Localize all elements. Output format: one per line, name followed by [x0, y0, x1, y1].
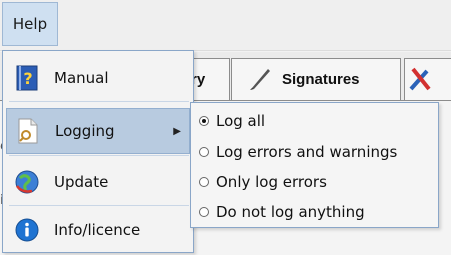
tab-tools[interactable] [404, 58, 451, 100]
menu-help[interactable]: Help [2, 2, 58, 46]
log-option-label: Log all [216, 112, 266, 130]
globe-update-icon [14, 169, 40, 195]
svg-text:?: ? [23, 69, 32, 88]
menu-item-logging[interactable]: Logging ▶ [6, 108, 190, 154]
menu-item-info-label: Info/licence [54, 221, 141, 239]
pen-icon [248, 66, 274, 94]
menu-item-manual[interactable]: ? Manual [6, 55, 190, 101]
log-option-errors-warnings[interactable]: Log errors and warnings [199, 139, 397, 165]
menu-separator [9, 155, 189, 156]
logging-submenu: Log all Log errors and warnings Only log… [190, 102, 439, 228]
radio-selected-icon [199, 116, 209, 126]
log-option-label: Log errors and warnings [216, 143, 398, 161]
menu-bar: Help [0, 0, 451, 51]
info-icon [14, 217, 40, 243]
menu-item-update[interactable]: Update [6, 159, 190, 205]
menu-item-manual-label: Manual [54, 69, 109, 87]
menu-help-label: Help [12, 15, 48, 33]
log-option-none[interactable]: Do not log anything [199, 199, 365, 225]
submenu-arrow-icon: ▶ [173, 125, 181, 137]
tab-signatures-label: Signatures [282, 71, 360, 88]
menu-separator [9, 205, 189, 206]
menu-item-info[interactable]: Info/licence [6, 207, 190, 253]
radio-icon [199, 147, 209, 157]
log-option-all[interactable]: Log all [199, 108, 265, 134]
tools-icon [405, 63, 435, 97]
radio-icon [199, 177, 209, 187]
tab-signatures[interactable]: Signatures [231, 58, 401, 100]
menu-item-logging-label: Logging [55, 122, 115, 140]
help-menu: ? Manual Logging ▶ Update Info/licence [2, 50, 194, 253]
radio-icon [199, 207, 209, 217]
menu-separator [9, 101, 189, 102]
menu-item-update-label: Update [54, 173, 109, 191]
log-option-label: Do not log anything [216, 203, 365, 221]
help-book-icon: ? [14, 65, 40, 91]
document-search-icon [15, 118, 41, 144]
log-option-errors[interactable]: Only log errors [199, 169, 327, 195]
log-option-label: Only log errors [216, 173, 327, 191]
